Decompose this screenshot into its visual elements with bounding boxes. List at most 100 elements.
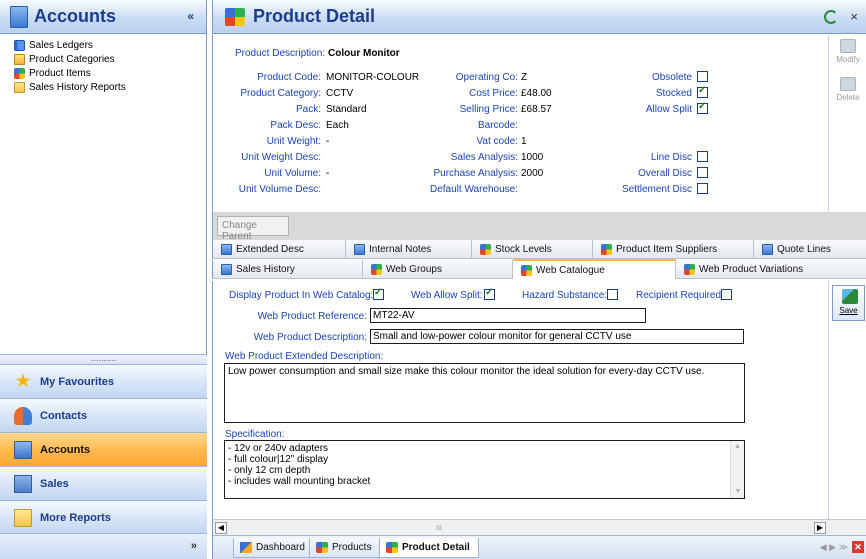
web-allow-split-checkbox[interactable] (484, 287, 495, 300)
delete-label: Delete (836, 93, 860, 102)
obsolete-checkbox[interactable] (697, 71, 708, 82)
delete-button[interactable]: Delete (831, 77, 865, 111)
tab-label: Web Catalogue (536, 264, 605, 276)
line-disc-checkbox[interactable] (697, 151, 708, 162)
scroll-right-icon[interactable]: ▶ (814, 522, 826, 534)
ledger-icon (14, 39, 25, 51)
nav-more-reports[interactable]: More Reports (0, 500, 207, 534)
spec-line: - 12v or 240v adapters (228, 443, 329, 454)
navigation-title: Accounts (34, 6, 117, 26)
line-disc-label: Line Disc (650, 152, 692, 163)
nav-overflow-bar: » (0, 533, 207, 559)
recipient-required-label: Recipient Required: (636, 290, 724, 301)
close-button[interactable]: × (850, 9, 858, 24)
web-product-reference-input[interactable]: MT22-AV (370, 308, 646, 323)
nav-label: My Favourites (40, 375, 114, 388)
tab-web-catalogue[interactable]: Web Catalogue (513, 259, 676, 279)
hazard-substance-checkbox[interactable] (607, 289, 618, 300)
web-extended-description-textarea[interactable]: Low power consumption and small size mak… (224, 363, 745, 423)
delete-icon (840, 77, 856, 91)
tab-label: Web Groups (386, 263, 442, 275)
recipient-required-checkbox[interactable] (721, 289, 732, 300)
doc-tab-products[interactable]: Products (309, 538, 381, 558)
tree-item-label: Product Items (29, 67, 91, 79)
nav-sales[interactable]: Sales (0, 466, 207, 500)
product-code-value: MONITOR-COLOUR (326, 72, 420, 83)
nav-my-favourites[interactable]: ★ My Favourites (0, 364, 207, 398)
nav-accounts[interactable]: Accounts (0, 432, 207, 466)
pane-splitter[interactable]: .......... (0, 354, 207, 364)
nav-label: Sales (40, 477, 69, 490)
doc-tab-dashboard[interactable]: Dashboard (233, 538, 314, 558)
refresh-icon[interactable] (824, 10, 838, 24)
specification-scrollbar[interactable]: ▲ ▼ (730, 441, 744, 498)
tree-item-label: Product Categories (29, 53, 115, 65)
tab-web-product-variations[interactable]: Web Product Variations (676, 260, 866, 278)
save-button[interactable]: Save (832, 285, 865, 321)
navigation-header: Accounts « (0, 0, 206, 34)
product-items-icon (521, 264, 532, 276)
change-parent-button[interactable]: Change Parent (217, 216, 289, 242)
tab-label: Product Item Suppliers (616, 243, 718, 255)
tree-item-product-categories[interactable]: Product Categories (14, 52, 206, 66)
collapse-pane-button[interactable]: « (187, 9, 194, 23)
allow-split-label: Allow Split (645, 104, 692, 115)
document-icon (221, 263, 232, 275)
detail-pane: Product Detail × Product Description: Co… (212, 0, 866, 559)
tab-stock-levels[interactable]: Stock Levels (472, 240, 593, 258)
document-tabs: Dashboard Products Product Detail ◀ ▶ ≫ … (212, 535, 866, 559)
tree-item-sales-history-reports[interactable]: Sales History Reports (14, 80, 206, 94)
vat-code-value: 1 (521, 136, 527, 147)
more-nav-button[interactable]: » (191, 540, 197, 552)
document-icon (762, 243, 773, 255)
tab-quote-lines[interactable]: Quote Lines (754, 240, 866, 258)
tree-item-product-items[interactable]: Product Items (14, 66, 206, 80)
tab-scroll-icons[interactable]: ◀ ▶ ≫ (820, 542, 848, 553)
settlement-disc-checkbox[interactable] (697, 183, 708, 194)
web-product-description-input[interactable]: Small and low-power colour monitor for g… (370, 329, 744, 344)
sales-icon (14, 474, 32, 493)
tree-item-sales-ledgers[interactable]: Sales Ledgers (14, 38, 206, 52)
folder-icon (14, 508, 32, 527)
operating-co-value: Z (521, 72, 528, 83)
scroll-down-icon[interactable]: ▼ (731, 486, 744, 497)
tab-product-item-suppliers[interactable]: Product Item Suppliers (593, 240, 754, 258)
tab-label: Internal Notes (369, 243, 432, 255)
scroll-grip[interactable]: III (436, 525, 442, 532)
sales-analysis-label: Sales Analysis: (450, 152, 518, 163)
product-items-icon (601, 243, 612, 255)
doc-tab-product-detail[interactable]: Product Detail (379, 538, 479, 558)
overall-disc-checkbox[interactable] (697, 167, 708, 178)
tab-extended-desc[interactable]: Extended Desc (213, 240, 346, 258)
hazard-substance-label: Hazard Substance: (522, 290, 608, 301)
close-tab-icon[interactable]: ✕ (852, 541, 864, 553)
tab-internal-notes[interactable]: Internal Notes (346, 240, 472, 258)
selling-price-value: £68.57 (521, 104, 552, 115)
product-items-icon (386, 542, 398, 553)
scroll-left-icon[interactable]: ◀ (215, 522, 227, 534)
tab-sales-history[interactable]: Sales History (213, 260, 363, 278)
nav-contacts[interactable]: Contacts (0, 398, 207, 432)
allow-split-checkbox[interactable] (697, 101, 708, 114)
unit-weight-desc-label: Unit Weight Desc: (241, 152, 321, 163)
pack-label: Pack: (295, 104, 321, 115)
tab-label: Extended Desc (236, 243, 304, 255)
scroll-up-icon[interactable]: ▲ (731, 441, 744, 452)
unit-volume-label: Unit Volume: (264, 168, 321, 179)
tree-item-label: Sales History Reports (29, 81, 126, 93)
modify-label: Modify (836, 55, 860, 64)
tab-label: Sales History (236, 263, 295, 275)
tab-web-groups[interactable]: Web Groups (363, 260, 513, 278)
modify-button[interactable]: Modify (831, 39, 865, 73)
specification-textarea[interactable]: - 12v or 240v adapters - full colour|12"… (224, 440, 745, 499)
product-description-label: Product Description: (235, 48, 326, 59)
web-allow-split-label: Web Allow Split: (411, 290, 483, 301)
document-icon (221, 243, 232, 255)
stocked-checkbox[interactable] (697, 85, 708, 98)
barcode-label: Barcode: (477, 120, 518, 131)
display-in-catalog-checkbox[interactable] (373, 287, 384, 300)
nav-label: More Reports (40, 511, 111, 524)
star-icon: ★ (15, 372, 31, 390)
product-items-icon (480, 243, 491, 255)
horizontal-scrollbar[interactable]: ◀ III ▶ (212, 519, 866, 535)
